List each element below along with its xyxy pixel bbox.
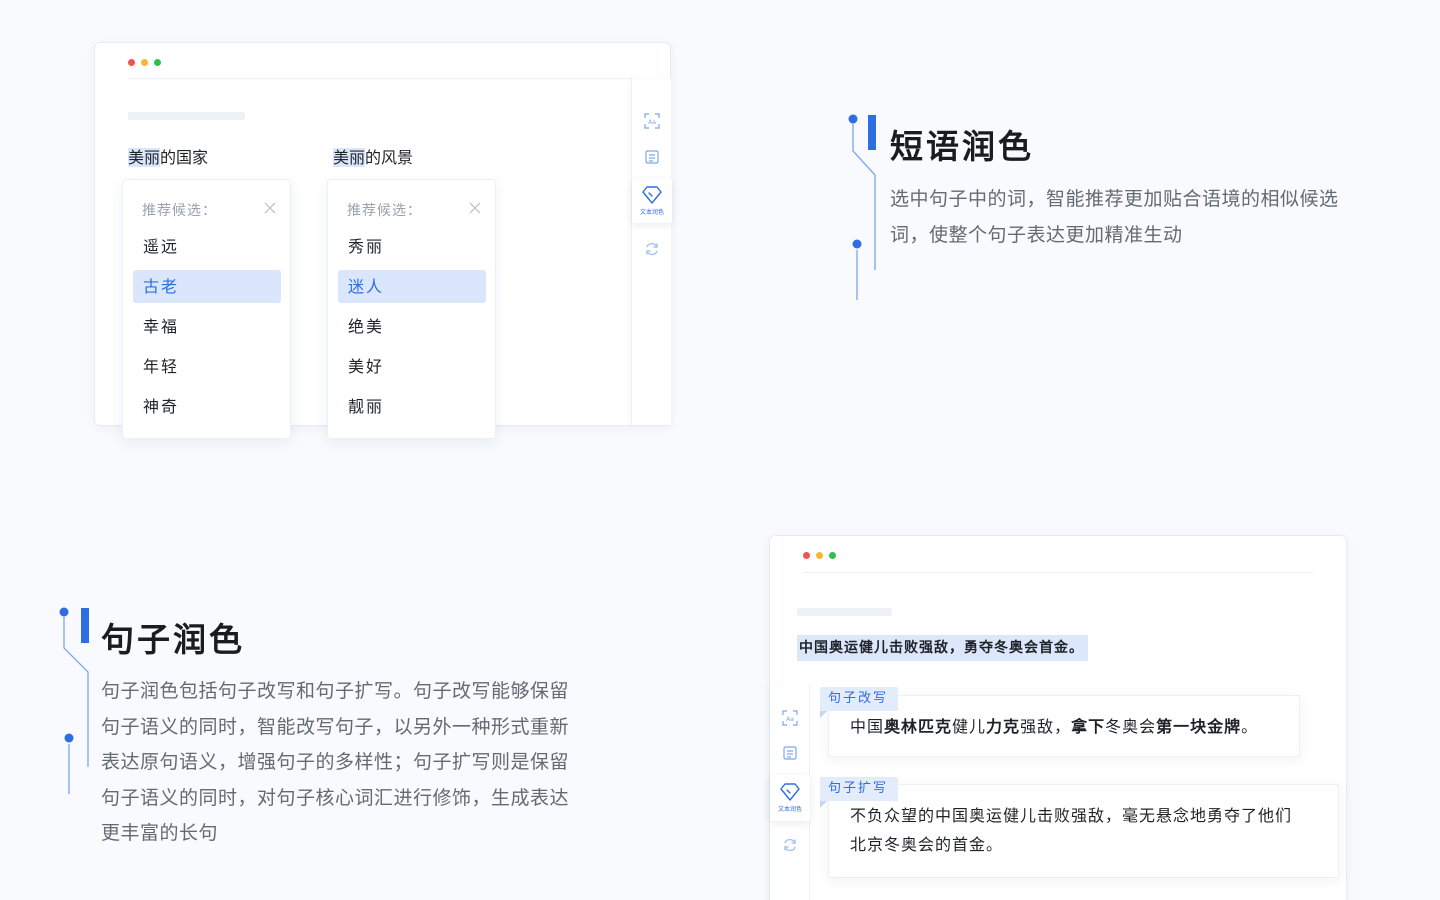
toolbar-label: 文本润色 xyxy=(639,209,664,216)
selected-word[interactable]: 美丽 xyxy=(333,148,366,167)
phrase-rest: 的风景 xyxy=(365,148,414,167)
window-controls xyxy=(803,552,836,559)
decorative-timeline-icon xyxy=(848,114,876,300)
desc-line: 表达原句语义，增强句子的多样性；句子扩写则是保留 xyxy=(101,751,570,773)
divider xyxy=(803,572,1313,573)
toolbar-button-polish[interactable]: 文本润色 xyxy=(632,179,672,223)
selected-word[interactable]: 美丽 xyxy=(128,148,161,167)
toolbar-label: 文本润色 xyxy=(777,806,802,813)
phrase-heading-2[interactable]: 美丽的风景 xyxy=(333,144,413,168)
candidate-item-selected[interactable]: 古老 xyxy=(133,270,281,303)
rewrite-text: 。 xyxy=(1241,717,1259,736)
candidate-item[interactable]: 绝美 xyxy=(338,310,486,343)
placeholder-bar xyxy=(797,608,892,616)
close-dot[interactable] xyxy=(128,59,135,66)
candidate-panel-title: 推荐候选： xyxy=(142,203,217,219)
toolbar-button-ocr[interactable]: Aa xyxy=(632,109,672,133)
minimize-dot[interactable] xyxy=(816,552,823,559)
phrase-demo-window: 美丽的国家 推荐候选： 遥远 古老 幸福 年轻 神奇 美丽的风景 推荐候选： 秀… xyxy=(94,42,672,439)
toolbar-button-polish[interactable]: 文本润色 xyxy=(770,775,810,821)
rewrite-text: 强敌， xyxy=(1020,717,1072,736)
rewrite-text: 冬奥会 xyxy=(1105,717,1157,736)
window-controls xyxy=(128,59,161,66)
svg-text:Aa: Aa xyxy=(786,716,794,723)
rewrite-result-card[interactable]: 中国奥林匹克健儿力克强敌，拿下冬奥会第一块金牌。 xyxy=(828,695,1300,757)
diamond-polish-icon xyxy=(642,186,662,204)
candidate-item[interactable]: 秀丽 xyxy=(338,230,486,263)
desc-line: 选中句子中的词，智能推荐更加贴合语境的相似候选 xyxy=(890,188,1339,210)
close-icon[interactable] xyxy=(264,202,276,214)
close-dot[interactable] xyxy=(803,552,810,559)
toolbar-button-document[interactable] xyxy=(770,741,810,765)
desc-line: 词，使整个句子表达更加精准生动 xyxy=(890,224,1183,246)
toolbar-button-refresh[interactable] xyxy=(770,833,810,857)
sentence-demo-window: 中国奥运健儿击败强敌，勇夺冬奥会首金。 Aa 文本润色 中国奥林匹克健儿力克强敌… xyxy=(769,535,1347,900)
text-recognition-icon: Aa xyxy=(644,113,660,129)
rewrite-changed-word: 力克 xyxy=(986,717,1021,736)
rewrite-text: 中国 xyxy=(850,717,885,736)
refresh-icon xyxy=(784,838,796,852)
candidate-item[interactable]: 神奇 xyxy=(133,390,281,423)
tool-sidebar: Aa 文本润色 xyxy=(770,684,810,900)
minimize-dot[interactable] xyxy=(141,59,148,66)
tag-sentence-expand: 句子扩写 xyxy=(820,777,899,808)
document-icon xyxy=(645,150,659,164)
close-icon[interactable] xyxy=(469,202,481,214)
phrase-rest: 的国家 xyxy=(160,148,209,167)
toolbar-button-ocr[interactable]: Aa xyxy=(770,706,810,730)
svg-text:Aa: Aa xyxy=(648,119,656,126)
rewrite-changed-word: 奥林匹克 xyxy=(884,717,953,736)
expand-result-card[interactable]: 不负众望的中国奥运健儿击败强敌，毫无悬念地勇夺了他们 北京冬奥会的首金。 xyxy=(828,784,1339,878)
desc-line: 句子语义的同时，对句子核心词汇进行修饰，生成表达 xyxy=(101,786,570,809)
placeholder-bar xyxy=(128,112,245,120)
text-recognition-icon: Aa xyxy=(782,710,798,726)
expand-text-line: 不负众望的中国奥运健儿击败强敌，毫无悬念地勇夺了他们 xyxy=(850,806,1293,825)
divider xyxy=(128,78,633,79)
desc-line: 句子润色包括句子改写和句子扩写。句子改写能够保留 xyxy=(101,680,570,702)
rewrite-changed-word: 拿下 xyxy=(1071,717,1106,736)
candidate-item[interactable]: 幸福 xyxy=(133,310,281,343)
feature-desc-sentence: 句子润色包括句子改写和句子扩写。句子改写能够保留 句子语义的同时，智能改写句子，… xyxy=(101,674,641,852)
candidate-item-selected[interactable]: 迷人 xyxy=(338,270,486,303)
selected-sentence[interactable]: 中国奥运健儿击败强敌，勇夺冬奥会首金。 xyxy=(797,635,1088,661)
candidate-item[interactable]: 靓丽 xyxy=(338,390,486,423)
desc-line: 句子语义的同时，智能改写句子，以另外一种形式重新 xyxy=(101,715,570,738)
maximize-dot[interactable] xyxy=(154,59,161,66)
feature-desc-phrase: 选中句子中的词，智能推荐更加贴合语境的相似候选 词，使整个句子表达更加精准生动 xyxy=(890,181,1370,253)
desc-line: 更丰富的长句 xyxy=(101,822,219,844)
candidate-item[interactable]: 美好 xyxy=(338,350,486,383)
candidate-item[interactable]: 遥远 xyxy=(133,230,281,263)
candidate-panel-title: 推荐候选： xyxy=(347,203,422,219)
expand-text-line: 北京冬奥会的首金。 xyxy=(850,835,1004,854)
phrase-heading-1[interactable]: 美丽的国家 xyxy=(128,144,208,168)
rewrite-changed-word: 第一块金牌 xyxy=(1156,717,1242,736)
decorative-timeline-icon xyxy=(59,607,89,794)
toolbar-button-document[interactable] xyxy=(632,145,672,169)
document-icon xyxy=(783,746,797,760)
tag-sentence-rewrite: 句子改写 xyxy=(820,687,899,718)
diamond-polish-icon xyxy=(780,783,800,801)
rewrite-text: 健儿 xyxy=(952,717,987,736)
refresh-icon xyxy=(646,242,658,256)
feature-title-sentence: 句子润色 xyxy=(101,620,245,659)
feature-title-phrase: 短语润色 xyxy=(890,127,1034,166)
maximize-dot[interactable] xyxy=(829,552,836,559)
candidate-item[interactable]: 年轻 xyxy=(133,350,281,383)
toolbar-button-refresh[interactable] xyxy=(632,237,672,261)
tool-sidebar: Aa 文本润色 xyxy=(631,79,672,425)
candidate-panel-1: 推荐候选： 遥远 古老 幸福 年轻 神奇 xyxy=(122,179,291,439)
candidate-panel-2: 推荐候选： 秀丽 迷人 绝美 美好 靓丽 xyxy=(327,179,496,439)
